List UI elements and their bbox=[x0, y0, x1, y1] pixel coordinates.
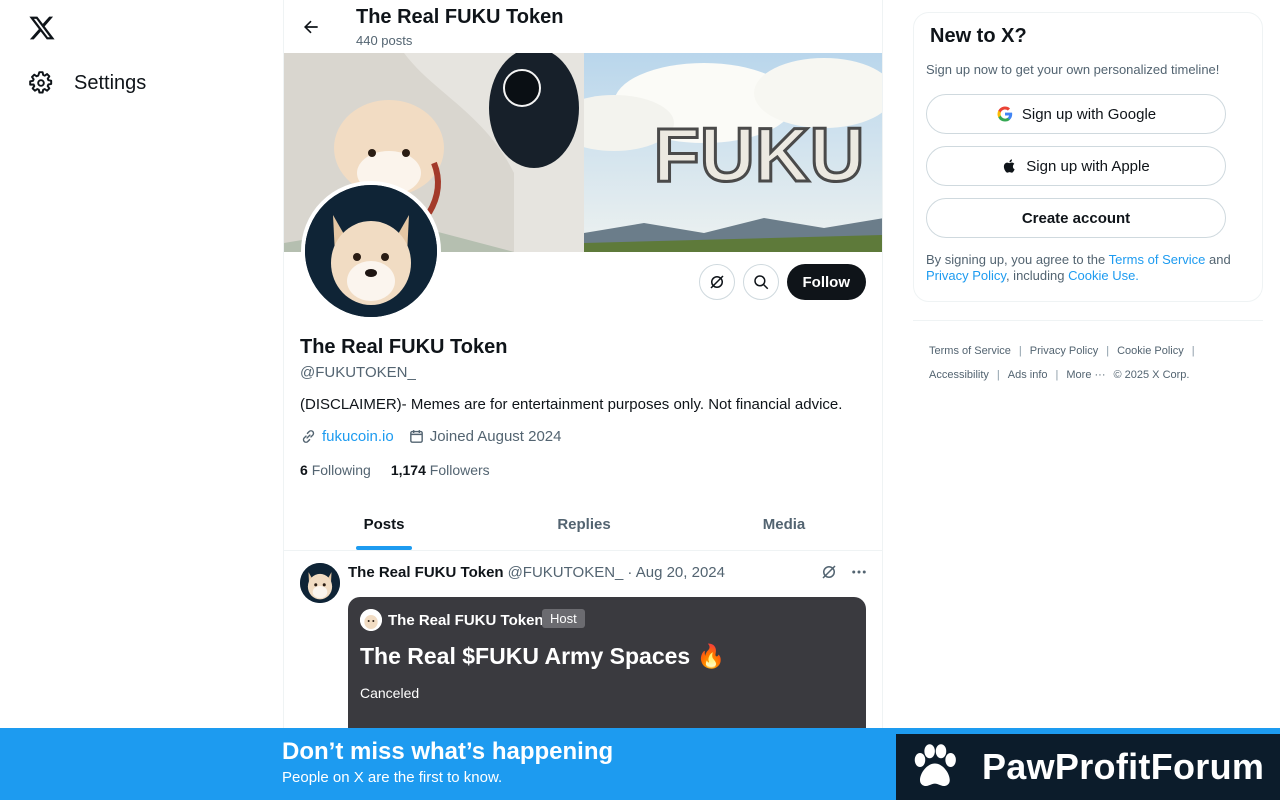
profile-meta: fukucoin.io Joined August 2024 bbox=[300, 428, 562, 445]
bottom-signup-banner: Don’t miss what’s happening People on X … bbox=[0, 728, 1280, 800]
signup-google-button[interactable]: Sign up with Google bbox=[926, 94, 1226, 134]
header-title: The Real FUKU Token bbox=[356, 6, 564, 28]
calendar-icon bbox=[409, 430, 423, 443]
x-logo-icon[interactable] bbox=[28, 14, 56, 42]
legal-and: and bbox=[1205, 252, 1231, 267]
nav-settings[interactable]: Settings bbox=[28, 66, 146, 100]
paw-icon bbox=[914, 744, 956, 787]
right-sidebar: New to X? Sign up now to get your own pe… bbox=[913, 12, 1263, 302]
grok-icon bbox=[709, 275, 724, 289]
nav-settings-label: Settings bbox=[74, 71, 147, 94]
space-title: The Real $FUKU Army Spaces 🔥 bbox=[360, 643, 726, 669]
more-icon[interactable] bbox=[850, 563, 868, 581]
privacy-link[interactable]: Privacy Policy bbox=[926, 268, 1006, 283]
post-header: The Real FUKU Token @FUKUTOKEN_ · Aug 20… bbox=[348, 564, 725, 581]
google-icon bbox=[997, 106, 1013, 122]
brand-name: PawProfitForum bbox=[982, 746, 1265, 787]
grok-button[interactable] bbox=[698, 264, 735, 300]
post-actions bbox=[820, 563, 868, 581]
back-button[interactable] bbox=[294, 10, 328, 44]
followers-link[interactable]: 1,174 Followers bbox=[391, 462, 490, 478]
profile-header-bar: The Real FUKU Token 440 posts bbox=[284, 0, 882, 53]
signup-legal-text: By signing up, you agree to the Terms of… bbox=[926, 252, 1246, 284]
signup-apple-label: Sign up with Apple bbox=[1026, 157, 1150, 175]
space-host-name: The Real FUKU Token bbox=[388, 612, 544, 629]
host-badge: Host bbox=[542, 609, 585, 628]
watermark-brand: PawProfitForum bbox=[896, 734, 1280, 800]
shiba-avatar-tiny bbox=[360, 609, 382, 631]
tab-media[interactable]: Media bbox=[684, 498, 882, 550]
create-account-button[interactable]: Create account bbox=[926, 198, 1226, 238]
signup-apple-button[interactable]: Sign up with Apple bbox=[926, 146, 1226, 186]
footer-privacy[interactable]: Privacy Policy bbox=[1030, 339, 1098, 363]
signup-subtitle: Sign up now to get your own personalized… bbox=[926, 62, 1220, 77]
legal-prefix: By signing up, you agree to the bbox=[926, 252, 1109, 267]
banner-text: FUKU bbox=[653, 113, 864, 198]
grok-icon[interactable] bbox=[820, 563, 838, 581]
signup-card: New to X? Sign up now to get your own pe… bbox=[913, 12, 1263, 302]
footer-cookie[interactable]: Cookie Policy bbox=[1117, 339, 1184, 363]
left-nav: Settings bbox=[0, 0, 283, 800]
following-link[interactable]: 6 Following bbox=[300, 462, 371, 478]
post-avatar[interactable] bbox=[300, 563, 340, 603]
space-status: Canceled bbox=[360, 685, 420, 701]
search-icon bbox=[753, 275, 768, 290]
profile-tabs: Posts Replies Media bbox=[284, 498, 882, 551]
gear-icon bbox=[29, 71, 53, 94]
link-icon bbox=[302, 430, 315, 443]
post-handle[interactable]: @FUKUTOKEN_ bbox=[508, 564, 624, 581]
header-post-count: 440 posts bbox=[356, 33, 413, 48]
footer-more[interactable]: More ··· bbox=[1066, 363, 1105, 387]
profile-bio: (DISCLAIMER)- Memes are for entertainmen… bbox=[300, 396, 843, 413]
signup-google-label: Sign up with Google bbox=[1021, 105, 1157, 123]
footer-terms[interactable]: Terms of Service bbox=[929, 339, 1011, 363]
profile-stats: 6 Following 1,174 Followers bbox=[300, 462, 490, 478]
following-label: Following bbox=[311, 462, 371, 478]
search-profile-button[interactable] bbox=[742, 264, 779, 300]
following-count: 6 bbox=[300, 462, 308, 478]
profile-actions: Follow bbox=[698, 264, 866, 300]
signup-title: New to X? bbox=[930, 25, 1027, 47]
footer-accessibility[interactable]: Accessibility bbox=[929, 363, 989, 387]
follow-button[interactable]: Follow bbox=[786, 264, 866, 300]
footer-ads[interactable]: Ads info bbox=[1008, 363, 1048, 387]
profile-handle: @FUKUTOKEN_ bbox=[300, 364, 416, 381]
arrow-left-icon bbox=[304, 20, 318, 34]
apple-icon bbox=[1004, 159, 1015, 173]
post-author[interactable]: The Real FUKU Token bbox=[348, 564, 504, 581]
space-host-avatar bbox=[360, 609, 382, 631]
footer-copyright: © 2025 X Corp. bbox=[1113, 369, 1190, 381]
joined-text: Joined August 2024 bbox=[429, 428, 562, 445]
tab-posts[interactable]: Posts bbox=[284, 498, 484, 550]
legal-including: , including bbox=[1005, 268, 1069, 283]
footer-links: Terms of Service | Privacy Policy | Cookie… bbox=[913, 320, 1263, 387]
profile-website[interactable]: fukucoin.io bbox=[300, 428, 394, 445]
followers-label: Followers bbox=[429, 462, 490, 478]
bottom-banner-title: Don’t miss what’s happening bbox=[282, 738, 614, 765]
profile-avatar[interactable] bbox=[301, 181, 441, 321]
website-link[interactable]: fukucoin.io bbox=[322, 428, 394, 445]
shiba-avatar-small bbox=[300, 563, 340, 603]
bottom-banner-subtitle: People on X are the first to know. bbox=[282, 769, 503, 786]
cookie-use-link[interactable]: Cookie Use. bbox=[1068, 268, 1139, 283]
tab-replies[interactable]: Replies bbox=[484, 498, 684, 550]
profile-column: The Real FUKU Token 440 posts FUKU Follo… bbox=[283, 0, 883, 800]
followers-count: 1,174 bbox=[390, 462, 426, 478]
terms-link[interactable]: Terms of Service bbox=[1109, 252, 1206, 267]
profile-joined: Joined August 2024 bbox=[408, 428, 562, 445]
profile-name: The Real FUKU Token bbox=[300, 336, 508, 358]
post-date[interactable]: · Aug 20, 2024 bbox=[627, 564, 725, 581]
shiba-avatar-image bbox=[305, 185, 437, 317]
